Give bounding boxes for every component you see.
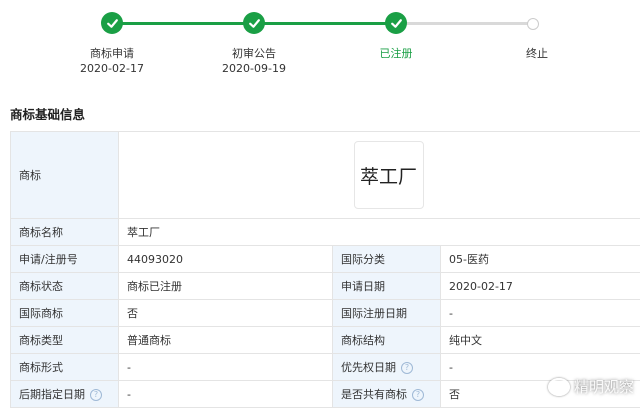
step-label: 初审公告 xyxy=(232,47,276,60)
table-row: 商标类型 普通商标 商标结构 纯中文 xyxy=(10,326,640,354)
field-value: 否 xyxy=(118,299,333,327)
section-title: 商标基础信息 xyxy=(10,107,86,122)
field-label: 申请日期 xyxy=(332,272,441,300)
watermark-icon xyxy=(548,377,570,396)
field-label: 是否共有商标 xyxy=(341,388,407,401)
field-label: 国际分类 xyxy=(332,245,441,273)
trademark-logo-text: 萃工厂 xyxy=(359,165,417,188)
name-label: 商标名称 xyxy=(10,218,119,246)
field-label: 优先权日期 xyxy=(341,361,396,374)
field-value: 普通商标 xyxy=(118,326,333,354)
step-date: 2020-09-19 xyxy=(222,62,286,75)
field-value: - xyxy=(439,299,640,327)
step-pending-icon xyxy=(527,18,539,30)
field-value: 05-医药 xyxy=(439,245,640,273)
trademark-logo-image: 萃工厂 xyxy=(353,141,424,209)
field-value: - xyxy=(118,353,333,381)
table-row: 申请/注册号 44093020 国际分类 05-医药 xyxy=(10,245,640,273)
field-label: 后期指定日期 xyxy=(19,388,85,401)
step-label: 商标申请 xyxy=(90,47,134,60)
field-label: 商标类型 xyxy=(10,326,119,354)
trademark-info-table: 商标 萃工厂 商标名称 萃工厂 申请/注册号 44093020 国际分类 05-… xyxy=(10,131,640,408)
step-done-icon xyxy=(385,12,407,34)
field-value: 2020-02-17 xyxy=(439,272,640,300)
field-label: 商标状态 xyxy=(10,272,119,300)
table-row: 商标形式 - 优先权日期? - xyxy=(10,353,640,381)
step-label-current: 已注册 xyxy=(379,47,413,60)
step-date: 2020-02-17 xyxy=(80,62,144,75)
name-value: 萃工厂 xyxy=(117,218,640,246)
table-row: 后期指定日期? - 是否共有商标? 否 xyxy=(10,380,640,408)
field-label: 商标结构 xyxy=(332,326,441,354)
progress-steps: 商标申请 2020-02-17 初审公告 2020-09-19 已注册 终止 xyxy=(0,0,640,95)
field-label: 国际商标 xyxy=(10,299,119,327)
field-label-with-help: 是否共有商标? xyxy=(332,380,441,408)
table-row: 商标状态 商标已注册 申请日期 2020-02-17 xyxy=(10,272,640,300)
field-value: 纯中文 xyxy=(439,326,640,354)
help-icon[interactable]: ? xyxy=(401,362,413,374)
watermark: 精明观察 xyxy=(548,376,634,397)
step-label: 终止 xyxy=(526,47,548,60)
field-label-with-help: 后期指定日期? xyxy=(10,380,119,408)
progress-track-pending xyxy=(396,22,533,25)
step-done-icon xyxy=(101,12,123,34)
table-row: 商标 萃工厂 xyxy=(10,131,640,219)
field-label: 商标形式 xyxy=(10,353,119,381)
field-label: 申请/注册号 xyxy=(10,245,119,273)
field-value: 44093020 xyxy=(118,245,333,273)
field-value: 商标已注册 xyxy=(118,272,333,300)
watermark-text: 精明观察 xyxy=(574,378,635,396)
help-icon[interactable]: ? xyxy=(90,389,102,401)
table-row: 商标名称 萃工厂 xyxy=(10,218,640,246)
field-label: 国际注册日期 xyxy=(332,299,441,327)
step-done-icon xyxy=(243,12,265,34)
field-label-with-help: 优先权日期? xyxy=(332,353,441,381)
help-icon[interactable]: ? xyxy=(412,389,424,401)
logo-label: 商标 xyxy=(10,131,119,219)
logo-cell: 萃工厂 xyxy=(117,131,640,219)
field-value: - xyxy=(118,380,333,408)
table-row: 国际商标 否 国际注册日期 - xyxy=(10,299,640,327)
